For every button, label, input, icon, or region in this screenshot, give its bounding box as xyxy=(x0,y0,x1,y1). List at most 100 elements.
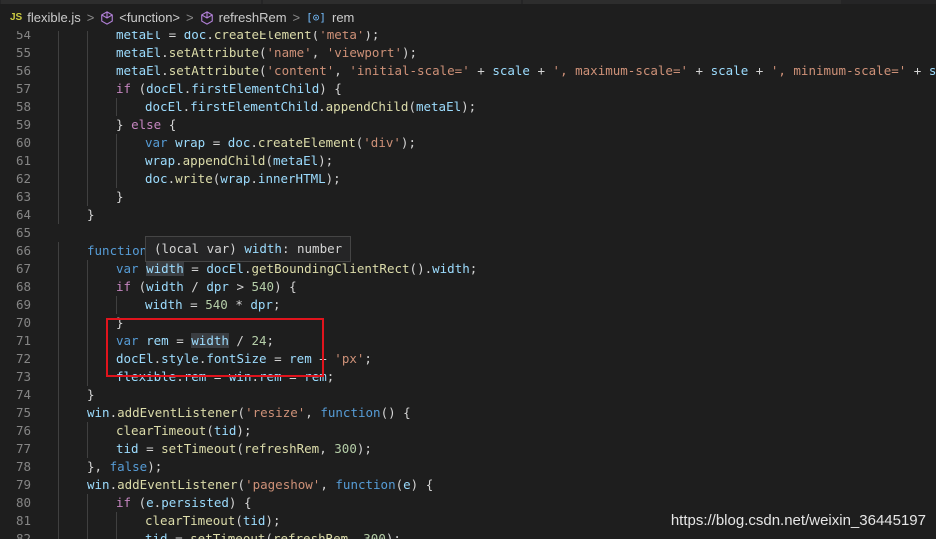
code-token: 'content' xyxy=(266,63,335,78)
line-number[interactable]: 79 xyxy=(0,476,31,494)
code-line[interactable]: 63} xyxy=(0,188,936,206)
code-text[interactable]: width = 540 * dpr; xyxy=(145,296,280,314)
line-number[interactable]: 56 xyxy=(0,62,31,80)
code-line[interactable]: 61 wrap.appendChild(metaEl); xyxy=(0,152,936,170)
code-line[interactable]: 69 width = 540 * dpr; xyxy=(0,296,936,314)
code-text[interactable]: metaEl = doc.createElement('meta'); xyxy=(116,31,379,44)
line-number[interactable]: 70 xyxy=(0,314,31,332)
line-number[interactable]: 74 xyxy=(0,386,31,404)
breadcrumb-function[interactable]: <function> xyxy=(119,10,180,25)
code-line[interactable]: 57 if (docEl.firstElementChild) { xyxy=(0,80,936,98)
line-number[interactable]: 63 xyxy=(0,188,31,206)
code-text[interactable]: clearTimeout(tid); xyxy=(145,512,280,530)
line-number[interactable]: 54 xyxy=(0,31,31,44)
code-text[interactable]: if (e.persisted) { xyxy=(116,494,252,512)
code-text[interactable]: tid = setTimeout(refreshRem, 300); xyxy=(116,440,372,458)
line-number[interactable]: 71 xyxy=(0,332,31,350)
code-token: } xyxy=(116,189,124,204)
code-line[interactable]: 75 win.addEventListener('resize', functio… xyxy=(0,404,936,422)
code-text[interactable]: var wrap = doc.createElement('div'); xyxy=(145,134,416,152)
line-number[interactable]: 80 xyxy=(0,494,31,512)
code-line[interactable]: 74} xyxy=(0,386,936,404)
code-line[interactable]: 65 xyxy=(0,224,936,242)
line-number[interactable]: 73 xyxy=(0,368,31,386)
code-token: . xyxy=(109,405,118,420)
breadcrumb-method[interactable]: refreshRem xyxy=(219,10,287,25)
line-number[interactable]: 60 xyxy=(0,134,31,152)
line-number[interactable]: 59 xyxy=(0,116,31,134)
code-token: . xyxy=(175,153,183,168)
indent-guide xyxy=(58,530,59,539)
code-line[interactable]: 62 doc.write(wrap.innerHTML); xyxy=(0,170,936,188)
code-text[interactable]: wrap.appendChild(metaEl); xyxy=(145,152,333,170)
code-text[interactable]: if (docEl.firstElementChild) { xyxy=(116,80,342,98)
line-number[interactable]: 62 xyxy=(0,170,31,188)
code-text[interactable]: win.addEventListener('pageshow', functio… xyxy=(87,476,433,494)
indent-guide xyxy=(116,530,117,539)
breadcrumb-file[interactable]: flexible.js xyxy=(27,10,80,25)
indent-guide xyxy=(58,44,59,62)
line-number[interactable]: 76 xyxy=(0,422,31,440)
code-text[interactable]: clearTimeout(tid); xyxy=(116,422,251,440)
code-text[interactable]: doc.write(wrap.innerHTML); xyxy=(145,170,341,188)
line-number[interactable]: 67 xyxy=(0,260,31,278)
code-line[interactable]: 55 metaEl.setAttribute('name', 'viewport'… xyxy=(0,44,936,62)
code-line[interactable]: 58 docEl.firstElementChild.appendChild(me… xyxy=(0,98,936,116)
code-line[interactable]: 54 metaEl = doc.createElement('meta'); xyxy=(0,31,936,44)
line-number[interactable]: 68 xyxy=(0,278,31,296)
line-number[interactable]: 66 xyxy=(0,242,31,260)
line-number[interactable]: 72 xyxy=(0,350,31,368)
code-line[interactable]: 56 metaEl.setAttribute('content', 'initia… xyxy=(0,62,936,80)
code-lines[interactable]: 54 metaEl = doc.createElement('meta'); 55 m… xyxy=(0,31,936,539)
code-line[interactable]: 77 tid = setTimeout(refreshRem, 300); xyxy=(0,440,936,458)
line-number[interactable]: 61 xyxy=(0,152,31,170)
line-number[interactable]: 78 xyxy=(0,458,31,476)
code-token: metaEl xyxy=(116,63,162,78)
code-text[interactable]: win.addEventListener('resize', function(… xyxy=(87,404,411,422)
code-text[interactable]: } xyxy=(116,188,124,206)
indent-guide xyxy=(58,368,59,386)
code-line[interactable]: 68 if (width / dpr > 540) { xyxy=(0,278,936,296)
code-text[interactable]: tid = setTimeout(refreshRem, 300); xyxy=(145,530,401,539)
line-number[interactable]: 55 xyxy=(0,44,31,62)
code-line[interactable]: 78 }, false); xyxy=(0,458,936,476)
line-number[interactable]: 64 xyxy=(0,206,31,224)
code-line[interactable]: 60 var wrap = doc.createElement('div'); xyxy=(0,134,936,152)
code-token: width xyxy=(145,297,183,312)
code-line[interactable]: 79 win.addEventListener('pageshow', funct… xyxy=(0,476,936,494)
code-text[interactable]: metaEl.setAttribute('content', 'initial-… xyxy=(116,62,936,80)
line-number[interactable]: 81 xyxy=(0,512,31,530)
code-text[interactable]: if (width / dpr > 540) { xyxy=(116,278,297,296)
code-text[interactable]: } xyxy=(87,206,95,224)
code-line[interactable]: 64} xyxy=(0,206,936,224)
code-token: 'name' xyxy=(266,45,312,60)
line-number[interactable]: 82 xyxy=(0,530,31,539)
code-line[interactable]: 59 } else { xyxy=(0,116,936,134)
code-line[interactable]: 66function refreshRem() { xyxy=(0,242,936,260)
code-line[interactable]: 76 clearTimeout(tid); xyxy=(0,422,936,440)
line-number[interactable]: 69 xyxy=(0,296,31,314)
code-line[interactable]: 80 if (e.persisted) { xyxy=(0,494,936,512)
breadcrumb-variable[interactable]: rem xyxy=(332,10,354,25)
code-token: scale xyxy=(928,63,936,78)
watermark: https://blog.csdn.net/weixin_36445197 xyxy=(670,512,926,529)
code-token: + xyxy=(748,63,771,78)
code-token: addEventListener xyxy=(117,405,238,420)
line-number[interactable]: 77 xyxy=(0,440,31,458)
code-text[interactable]: var width = docEl.getBoundingClientRect(… xyxy=(116,260,477,278)
code-text[interactable]: }, false); xyxy=(87,458,162,476)
code-text[interactable]: } else { xyxy=(116,116,176,134)
indent-guide xyxy=(87,116,88,134)
code-line[interactable]: 67 var width = docEl.getBoundingClientRec… xyxy=(0,260,936,278)
line-number[interactable]: 65 xyxy=(0,224,31,242)
code-text[interactable]: docEl.firstElementChild.appendChild(meta… xyxy=(145,98,476,116)
code-token: refreshRem xyxy=(272,531,349,539)
line-number[interactable]: 75 xyxy=(0,404,31,422)
code-line[interactable]: 82 tid = setTimeout(refreshRem, 300); xyxy=(0,530,936,539)
code-text[interactable]: metaEl.setAttribute('name', 'viewport'); xyxy=(116,44,417,62)
code-text[interactable]: } xyxy=(87,386,95,404)
line-number[interactable]: 58 xyxy=(0,98,31,116)
line-number[interactable]: 57 xyxy=(0,80,31,98)
code-token: ) { xyxy=(228,495,252,510)
code-editor[interactable]: 54 metaEl = doc.createElement('meta'); 55 m… xyxy=(0,31,936,539)
